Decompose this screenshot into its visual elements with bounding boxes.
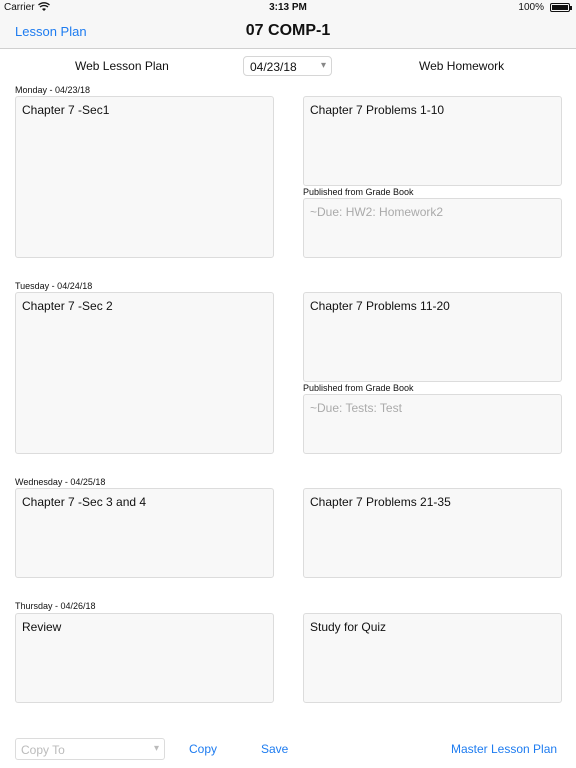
status-bar: Carrier 3:13 PM 100% <box>0 0 576 16</box>
day-label-tuesday: Tuesday - 04/24/18 <box>15 281 93 291</box>
published-label-monday: Published from Grade Book <box>303 187 414 197</box>
copy-to-select[interactable]: Copy To ▾ <box>15 738 165 760</box>
date-picker[interactable]: 04/23/18 ▾ <box>243 56 332 76</box>
battery-percent: 100% <box>518 2 544 13</box>
master-lesson-plan-button[interactable]: Master Lesson Plan <box>451 742 557 756</box>
web-homework-header: Web Homework <box>419 59 505 73</box>
published-field-monday: ~Due: HW2: Homework2 <box>303 198 562 258</box>
page-title: 07 COMP-1 <box>245 22 331 39</box>
column-header-row: Web Lesson Plan 04/23/18 ▾ Web Homework <box>0 52 576 80</box>
copy-button[interactable]: Copy <box>189 742 217 756</box>
homework-field-wednesday[interactable]: Chapter 7 Problems 21-35 <box>303 488 562 578</box>
save-button[interactable]: Save <box>261 742 288 756</box>
status-time: 3:13 PM <box>269 2 307 13</box>
lesson-field-thursday[interactable]: Review <box>15 613 274 703</box>
lesson-field-monday[interactable]: Chapter 7 -Sec1 <box>15 96 274 258</box>
day-label-monday: Monday - 04/23/18 <box>15 85 91 95</box>
homework-field-monday[interactable]: Chapter 7 Problems 1-10 <box>303 96 562 186</box>
date-picker-value: 04/23/18 <box>250 60 297 74</box>
lesson-field-tuesday[interactable]: Chapter 7 -Sec 2 <box>15 292 274 454</box>
homework-field-tuesday[interactable]: Chapter 7 Problems 11-20 <box>303 292 562 382</box>
day-label-thursday: Thursday - 04/26/18 <box>15 601 96 611</box>
day-label-wednesday: Wednesday - 04/25/18 <box>15 477 106 487</box>
chevron-down-icon: ▾ <box>320 60 326 71</box>
chevron-down-icon: ▾ <box>153 743 159 754</box>
published-label-tuesday: Published from Grade Book <box>303 383 414 393</box>
navigation-bar: Lesson Plan 07 COMP-1 <box>0 16 576 49</box>
published-field-tuesday: ~Due: Tests: Test <box>303 394 562 454</box>
web-lesson-plan-header: Web Lesson Plan <box>75 59 169 73</box>
battery-icon <box>550 3 572 12</box>
copy-to-placeholder: Copy To <box>21 743 65 757</box>
homework-field-thursday[interactable]: Study for Quiz <box>303 613 562 703</box>
lesson-field-wednesday[interactable]: Chapter 7 -Sec 3 and 4 <box>15 488 274 578</box>
